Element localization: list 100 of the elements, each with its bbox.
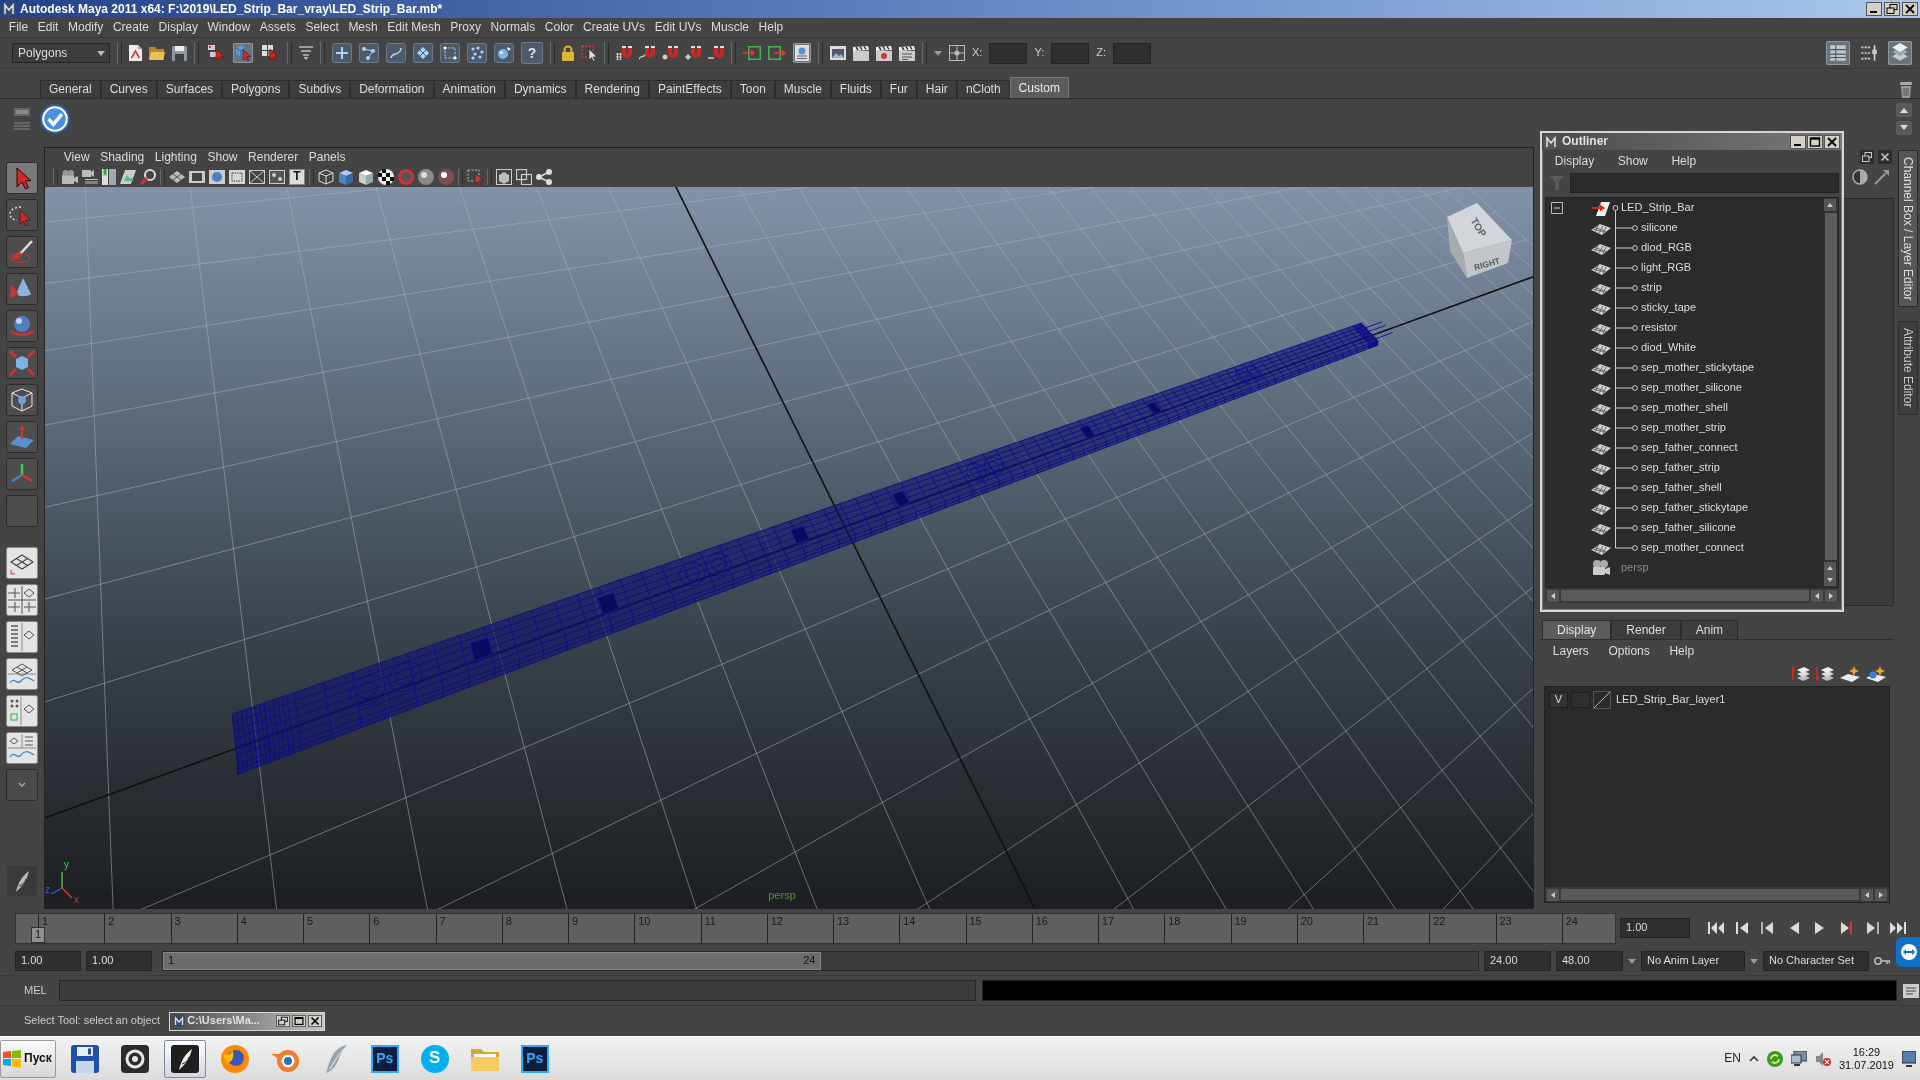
close-icon[interactable] (1824, 134, 1840, 149)
shelf-tab[interactable]: Fluids (830, 80, 881, 98)
glossy-sphere-icon[interactable] (438, 168, 454, 185)
menu-item[interactable]: Normals (485, 20, 540, 35)
diagonal-arrow-icon[interactable] (1874, 169, 1890, 185)
diamond-grid-icon[interactable] (413, 43, 433, 63)
shelf-tab[interactable]: Custom (1009, 77, 1069, 98)
menu-item[interactable]: Window (202, 20, 255, 35)
side-tab[interactable]: Attribute Editor (1898, 321, 1918, 415)
range-slider-track[interactable]: 1 24 (162, 951, 1479, 971)
command-input[interactable] (58, 980, 976, 1001)
plane-sparkle-icon[interactable] (1840, 666, 1860, 682)
scroll-left-icon[interactable] (1861, 888, 1873, 901)
curve-icon[interactable] (386, 43, 406, 63)
layer-name[interactable]: LED_Strip_Bar_layer1 (1616, 693, 1726, 707)
shelf-tab[interactable]: Muscle (774, 80, 831, 98)
minimized-window[interactable]: C:\Users\Ma... (169, 1011, 326, 1031)
menu-item[interactable]: Mesh (343, 20, 383, 35)
clock-date[interactable]: 31.07.2019 (1838, 1058, 1894, 1072)
shaded-cube-icon[interactable] (338, 168, 354, 185)
feather-icon[interactable] (7, 866, 37, 896)
scroll-left-icon[interactable] (1547, 589, 1559, 602)
float-window-icon[interactable] (1860, 150, 1874, 164)
wireframe-cube-icon[interactable] (318, 168, 334, 185)
close-icon[interactable] (1878, 150, 1892, 164)
padlock-icon[interactable] (562, 45, 574, 61)
scroll-up-icon[interactable] (1824, 199, 1836, 211)
wire-cube-icon[interactable] (6, 384, 38, 416)
time-slider-track[interactable]: 1 2 3 4 5 6 7 8 9 10 11 12 13 14 15 16 17 18 19 20 21 22 23 24 1 (15, 912, 1616, 944)
caret-icon[interactable] (1628, 958, 1636, 964)
horizontal-scrollbar[interactable] (1561, 590, 1809, 601)
cube-scale-icon[interactable] (6, 347, 38, 379)
sphere-frame-icon[interactable] (209, 169, 225, 184)
viewport-menu[interactable]: Shading (95, 149, 150, 165)
step-forward-icon[interactable] (1864, 920, 1880, 936)
shelf-tab[interactable]: Animation (433, 80, 505, 98)
menu-item[interactable]: Proxy (445, 20, 486, 35)
caret-icon[interactable] (1750, 958, 1758, 964)
command-language-label[interactable]: MEL (24, 983, 47, 998)
dotted-square-icon[interactable] (440, 43, 460, 63)
shelf-tab[interactable]: Hair (916, 80, 957, 98)
three-pane-layout-icon[interactable] (6, 732, 38, 764)
sphere-plane-sparkle-icon[interactable] (1866, 666, 1886, 682)
coordinate-field[interactable] (1051, 42, 1090, 64)
menu-item[interactable]: Color (540, 20, 579, 35)
close-icon[interactable] (308, 1015, 323, 1027)
minimize-icon[interactable] (1866, 2, 1882, 16)
half-circle-icon[interactable] (1852, 169, 1868, 185)
outliner-item[interactable]: sep_father_connect (1641, 441, 1738, 455)
outliner-menu[interactable]: Help (1666, 153, 1701, 169)
double-arrow-tab-icon[interactable] (1896, 937, 1920, 967)
outliner-item[interactable]: diod_White (1641, 341, 1697, 355)
menu-item[interactable]: Create (108, 20, 154, 35)
close-icon[interactable] (1902, 2, 1918, 16)
restore-icon[interactable] (276, 1015, 291, 1027)
shelf-tabs-toggle-icon[interactable] (14, 108, 30, 116)
magnet-icon[interactable] (708, 46, 724, 60)
end-time-field[interactable]: 48.00 (1556, 951, 1623, 971)
viewport-menu[interactable]: Lighting (150, 149, 202, 165)
menu-item[interactable]: Select (300, 20, 344, 35)
key-icon[interactable] (1874, 957, 1890, 965)
skip-to-start-icon[interactable] (1708, 920, 1724, 936)
outliner-item[interactable]: silicone (1641, 221, 1678, 235)
outliner-item[interactable]: persp (1621, 561, 1649, 575)
grid-plane-icon[interactable] (169, 170, 185, 183)
scroll-down-icon[interactable] (1824, 574, 1836, 586)
arrow-out-of-box-icon[interactable] (768, 46, 786, 60)
shelf-tab[interactable]: Rendering (575, 80, 649, 98)
current-time-field[interactable]: 1.00 (1620, 918, 1690, 938)
hierarchy-cursor-icon[interactable] (206, 43, 226, 63)
dashed-select-icon[interactable] (581, 45, 597, 61)
layer-editor-tab[interactable]: Anim (1680, 619, 1739, 639)
minimize-icon[interactable] (1790, 134, 1806, 149)
shelf-tab[interactable]: Dynamics (504, 80, 576, 98)
menu-set-dropdown[interactable]: Polygons (12, 43, 110, 63)
check-circle-icon[interactable] (40, 104, 70, 134)
taskbar-app-button[interactable] (163, 1039, 206, 1078)
selection-box-icon[interactable] (467, 168, 483, 185)
show-desktop-icon[interactable] (1902, 1050, 1916, 1067)
caret-icon[interactable] (934, 50, 942, 56)
outliner-item[interactable]: sep_mother_stickytape (1641, 361, 1755, 375)
new-file-icon[interactable] (129, 45, 142, 61)
outliner-item[interactable]: sep_father_stickytape (1641, 501, 1748, 515)
collapse-toggle-icon[interactable] (1551, 202, 1563, 214)
sync-arrows-icon[interactable] (1766, 1050, 1783, 1067)
history-page-icon[interactable] (793, 43, 811, 63)
axis-tripod-icon[interactable] (6, 458, 38, 490)
dot-cluster-icon[interactable] (467, 43, 487, 63)
maximize-icon[interactable] (292, 1015, 307, 1027)
step-back-key-icon[interactable] (1734, 920, 1750, 936)
search-field[interactable] (1570, 173, 1839, 193)
clock-time[interactable]: 16:29 (1852, 1045, 1881, 1059)
layer-menu[interactable]: Options (1603, 643, 1655, 659)
trash-can-icon[interactable] (1900, 82, 1912, 98)
character-set-field[interactable]: No Character Set (1763, 951, 1869, 971)
grid-and-curve-layout-icon[interactable] (6, 658, 38, 690)
view-cube[interactable] (1447, 203, 1512, 278)
filter-lines-icon[interactable] (299, 46, 313, 60)
camera-icon[interactable] (62, 169, 78, 184)
menu-item[interactable]: Edit (32, 20, 64, 35)
